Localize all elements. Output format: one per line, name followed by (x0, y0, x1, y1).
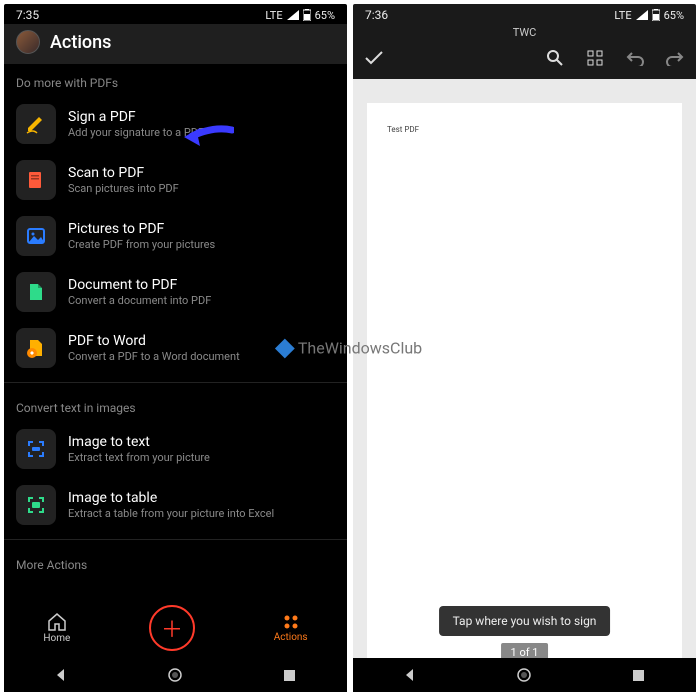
picture-icon (16, 216, 56, 256)
action-texts: Image to text Extract text from your pic… (68, 434, 210, 464)
status-net: LTE (265, 9, 282, 22)
sign-toast: Tap where you wish to sign (439, 606, 611, 636)
pdf-page[interactable]: Test PDF (367, 103, 682, 692)
action-pictures-to-pdf[interactable]: Pictures to PDF Create PDF from your pic… (4, 208, 347, 264)
action-sign-a-pdf[interactable]: Sign a PDF Add your signature to a PDF (4, 96, 347, 152)
nav-actions[interactable]: Actions (274, 614, 308, 643)
action-title: PDF to Word (68, 333, 240, 349)
confirm-button[interactable] (363, 47, 385, 69)
section-images: Convert text in images (4, 389, 347, 421)
divider (4, 539, 347, 540)
status-net: LTE (614, 9, 631, 22)
signal-icon (287, 10, 299, 20)
action-title: Document to PDF (68, 277, 211, 293)
action-texts: Document to PDF Convert a document into … (68, 277, 211, 307)
toolbar (353, 41, 696, 79)
pdf-viewport[interactable]: Test PDF Tap where you wish to sign 1 of… (353, 79, 696, 692)
system-nav (4, 658, 347, 692)
scan-icon (16, 160, 56, 200)
plus-icon: ＋ (161, 612, 183, 644)
action-subtitle: Scan pictures into PDF (68, 182, 179, 195)
action-image-to-text[interactable]: Image to text Extract text from your pic… (4, 421, 347, 477)
back-button[interactable] (400, 665, 420, 685)
action-texts: Scan to PDF Scan pictures into PDF (68, 165, 179, 195)
pen-icon (16, 104, 56, 144)
status-right: LTE 65% (265, 9, 335, 22)
nav-home-label: Home (43, 633, 70, 644)
battery-icon (303, 9, 311, 21)
action-texts: PDF to Word Convert a PDF to a Word docu… (68, 333, 240, 363)
pointer-arrow (184, 124, 234, 150)
nav-home[interactable]: Home (43, 613, 70, 644)
status-right: LTE 65% (614, 9, 684, 22)
action-title: Scan to PDF (68, 165, 179, 181)
left-screen: 7:35 LTE 65% Actions Do more with PDFs S… (4, 4, 347, 692)
doc-title: TWC (353, 24, 696, 41)
action-texts: Image to table Extract a table from your… (68, 490, 274, 520)
undo-button[interactable] (624, 47, 646, 69)
bottom-nav: Home ＋ Actions (4, 598, 347, 658)
action-title: Image to table (68, 490, 274, 506)
action-subtitle: Convert a PDF to a Word document (68, 350, 240, 363)
action-subtitle: Extract a table from your picture into E… (68, 507, 274, 520)
page-title: Actions (50, 32, 111, 53)
search-button[interactable] (544, 47, 566, 69)
status-battery: 65% (315, 9, 335, 22)
action-subtitle: Extract text from your picture (68, 451, 210, 464)
action-title: Image to text (68, 434, 210, 450)
home-icon (47, 613, 67, 631)
imgtext-icon (16, 429, 56, 469)
avatar[interactable] (16, 30, 40, 54)
action-scan-to-pdf[interactable]: Scan to PDF Scan pictures into PDF (4, 152, 347, 208)
status-battery: 65% (664, 9, 684, 22)
recent-button[interactable] (280, 665, 300, 685)
action-image-to-table[interactable]: Image to table Extract a table from your… (4, 477, 347, 533)
nav-actions-label: Actions (274, 632, 308, 643)
pdfword-icon (16, 328, 56, 368)
header: Actions (4, 24, 347, 64)
action-subtitle: Convert a document into PDF (68, 294, 211, 307)
back-button[interactable] (51, 665, 71, 685)
grid-button[interactable] (584, 47, 606, 69)
action-title: Sign a PDF (68, 109, 204, 125)
action-subtitle: Create PDF from your pictures (68, 238, 215, 251)
battery-icon (652, 9, 660, 21)
status-bar: 7:35 LTE 65% (4, 4, 347, 24)
doc-icon (16, 272, 56, 312)
action-title: Pictures to PDF (68, 221, 215, 237)
fab-add[interactable]: ＋ (149, 605, 195, 651)
signal-icon (636, 10, 648, 20)
grid-icon (283, 614, 299, 630)
system-nav (353, 658, 696, 692)
page-text: Test PDF (387, 125, 419, 134)
home-button[interactable] (165, 665, 185, 685)
status-time: 7:35 (16, 8, 39, 22)
redo-button[interactable] (664, 47, 686, 69)
action-pdf-to-word[interactable]: PDF to Word Convert a PDF to a Word docu… (4, 320, 347, 376)
section-pdfs: Do more with PDFs (4, 64, 347, 96)
home-button[interactable] (514, 665, 534, 685)
status-time: 7:36 (365, 8, 388, 22)
recent-button[interactable] (629, 665, 649, 685)
action-texts: Pictures to PDF Create PDF from your pic… (68, 221, 215, 251)
imgtable-icon (16, 485, 56, 525)
section-more: More Actions (4, 546, 347, 578)
right-screen: 7:36 LTE 65% TWC Test PDF Tap where you … (353, 4, 696, 692)
status-bar: 7:36 LTE 65% (353, 4, 696, 24)
divider (4, 382, 347, 383)
action-document-to-pdf[interactable]: Document to PDF Convert a document into … (4, 264, 347, 320)
